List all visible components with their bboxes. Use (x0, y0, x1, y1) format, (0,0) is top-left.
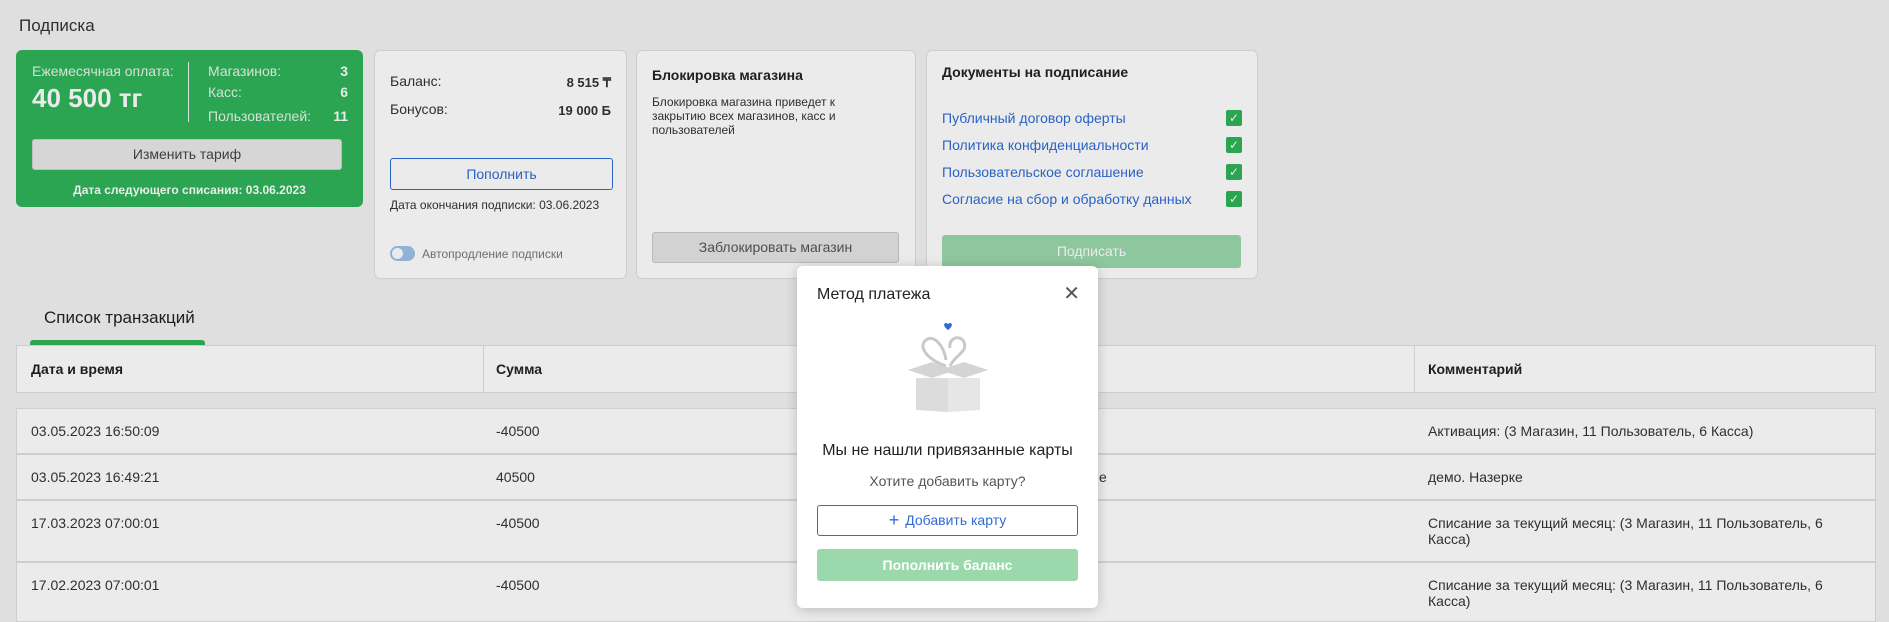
gift-box-icon (902, 322, 994, 414)
topup-balance-button[interactable]: Пополнить баланс (817, 549, 1078, 581)
add-card-question: Хотите добавить карту? (869, 473, 1026, 489)
plus-icon: + (888, 510, 900, 530)
no-cards-message: Мы не нашли привязанные карты (822, 442, 1073, 459)
add-card-button[interactable]: + Добавить карту (817, 505, 1078, 536)
add-card-label: Добавить карту (905, 512, 1007, 528)
close-icon[interactable]: ✕ (1063, 284, 1080, 304)
payment-method-modal: Метод платежа ✕ Мы не нашли привязанные … (797, 266, 1098, 608)
modal-title: Метод платежа (817, 286, 931, 303)
